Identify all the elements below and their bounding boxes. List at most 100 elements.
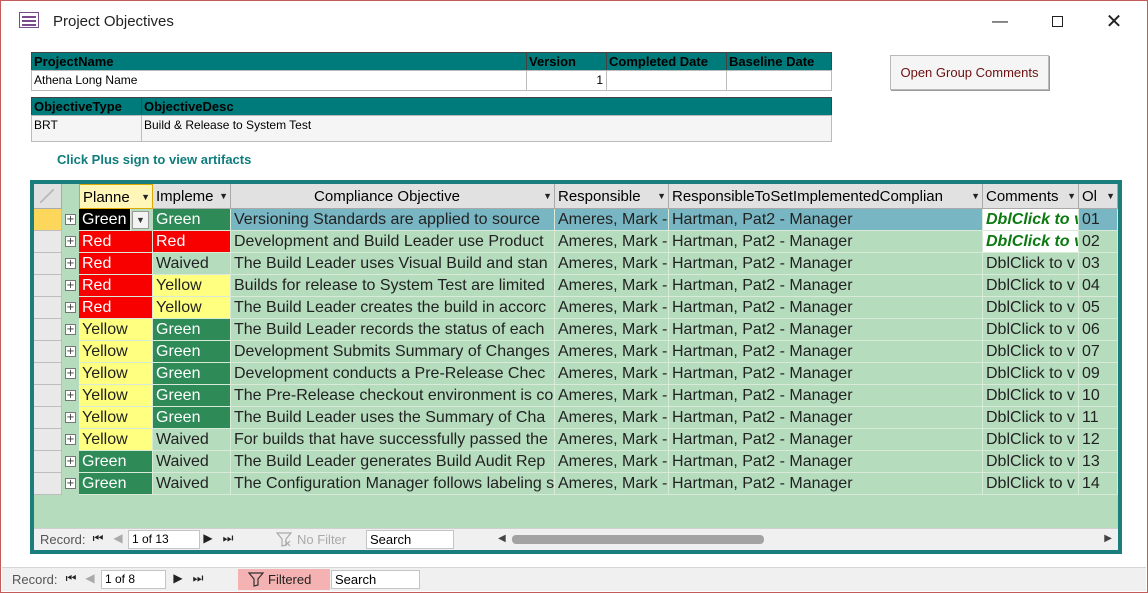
row-selector[interactable]	[34, 319, 62, 341]
objective-desc-field[interactable]: Build & Release to System Test	[141, 115, 832, 142]
ob-cell[interactable]: 01	[1079, 209, 1118, 231]
responsible-to-set-cell[interactable]: Hartman, Pat2 - Manager	[669, 275, 983, 297]
responsible-to-set-cell[interactable]: Hartman, Pat2 - Manager	[669, 429, 983, 451]
objective-cell[interactable]: The Build Leader creates the build in ac…	[231, 297, 555, 319]
dropdown-arrow-icon[interactable]: ▼	[1106, 184, 1115, 208]
comments-cell[interactable]: DblClick to v	[983, 429, 1079, 451]
objective-cell[interactable]: The Pre-Release checkout environment is …	[231, 385, 555, 407]
comments-cell[interactable]: DblClick to v	[983, 231, 1079, 253]
implemented-cell[interactable]: Waived	[153, 451, 231, 473]
responsible-cell[interactable]: Ameres, Mark -	[555, 473, 669, 495]
row-selector[interactable]	[34, 385, 62, 407]
filter-funnel-icon[interactable]	[276, 532, 292, 547]
comments-cell[interactable]: DblClick to v	[983, 275, 1079, 297]
expand-plus-icon[interactable]: +	[65, 302, 76, 313]
ob-cell[interactable]: 10	[1079, 385, 1118, 407]
row-selector[interactable]	[34, 451, 62, 473]
expand-plus-icon[interactable]: +	[65, 368, 76, 379]
next-record-icon[interactable]: ▶	[170, 571, 186, 585]
baseline-date-field[interactable]	[726, 70, 832, 91]
responsible-to-set-cell[interactable]: Hartman, Pat2 - Manager	[669, 473, 983, 495]
implemented-cell[interactable]: Green	[153, 363, 231, 385]
planned-cell[interactable]: Yellow	[79, 385, 153, 407]
responsible-cell[interactable]: Ameres, Mark -	[555, 297, 669, 319]
responsible-to-set-cell[interactable]: Hartman, Pat2 - Manager	[669, 341, 983, 363]
comments-cell[interactable]: DblClick to v	[983, 363, 1079, 385]
planned-cell[interactable]: Green	[79, 473, 153, 495]
ob-cell[interactable]: 05	[1079, 297, 1118, 319]
expand-plus-icon[interactable]: +	[65, 346, 76, 357]
form-record-number-input[interactable]: 1 of 8	[101, 570, 166, 589]
table-row[interactable]: + Green Waived The Configuration Manager fo…	[34, 473, 1118, 495]
table-row[interactable]: + Green Green Versioning Standards are appl…	[34, 209, 1118, 231]
responsible-cell[interactable]: Ameres, Mark -	[555, 407, 669, 429]
implemented-cell[interactable]: Green	[153, 341, 231, 363]
dropdown-arrow-icon[interactable]: ▼	[657, 184, 666, 208]
row-selector[interactable]	[34, 275, 62, 297]
expand-plus-icon[interactable]: +	[65, 236, 76, 247]
record-number-input[interactable]: 1 of 13	[128, 530, 200, 549]
first-record-icon[interactable]: ⏮	[90, 531, 106, 546]
comments-cell[interactable]: DblClick to v	[983, 319, 1079, 341]
row-selector[interactable]	[34, 297, 62, 319]
responsible-cell[interactable]: Ameres, Mark -	[555, 209, 669, 231]
expand-plus-icon[interactable]: +	[65, 258, 76, 269]
prev-record-icon[interactable]: ◀	[110, 531, 126, 545]
implemented-cell[interactable]: Green	[153, 407, 231, 429]
dropdown-arrow-icon[interactable]: ▼	[543, 184, 552, 208]
row-selector[interactable]	[34, 231, 62, 253]
objective-cell[interactable]: The Build Leader uses Visual Build and s…	[231, 253, 555, 275]
responsible-cell[interactable]: Ameres, Mark -	[555, 275, 669, 297]
column-header-ob[interactable]: Ol ▼	[1079, 184, 1118, 209]
dropdown-arrow-icon[interactable]: ▼	[141, 185, 150, 208]
planned-cell[interactable]: Red	[79, 231, 153, 253]
implemented-cell[interactable]: Green	[153, 319, 231, 341]
column-header-objective[interactable]: Compliance Objective ▼	[231, 184, 555, 209]
ob-cell[interactable]: 02	[1079, 231, 1118, 253]
scroll-right-icon[interactable]: ▶	[1104, 533, 1112, 544]
open-group-comments-button[interactable]: Open Group Comments	[890, 55, 1049, 90]
dropdown-arrow-icon[interactable]: ▼	[1067, 184, 1076, 208]
horizontal-scrollbar[interactable]: ◀ ▶	[494, 529, 1118, 550]
row-selector[interactable]	[34, 209, 62, 231]
responsible-cell[interactable]: Ameres, Mark -	[555, 429, 669, 451]
planned-cell[interactable]: Red	[79, 297, 153, 319]
comments-cell[interactable]: DblClick to v	[983, 297, 1079, 319]
table-row[interactable]: + Yellow Green The Pre-Release checkout env…	[34, 385, 1118, 407]
comments-cell[interactable]: DblClick to v	[983, 451, 1079, 473]
planned-cell[interactable]: Yellow	[79, 363, 153, 385]
responsible-to-set-cell[interactable]: Hartman, Pat2 - Manager	[669, 297, 983, 319]
row-selector[interactable]	[34, 253, 62, 275]
responsible-to-set-cell[interactable]: Hartman, Pat2 - Manager	[669, 253, 983, 275]
minimize-icon[interactable]: —	[988, 11, 1012, 33]
expand-plus-icon[interactable]: +	[65, 214, 76, 225]
column-header-responsible-to-set[interactable]: ResponsibleToSetImplementedComplian ▼	[669, 184, 983, 209]
objective-cell[interactable]: Development Submits Summary of Changes	[231, 341, 555, 363]
expand-plus-icon[interactable]: +	[65, 412, 76, 423]
column-header-responsible[interactable]: Responsible ▼	[555, 184, 669, 209]
comments-cell[interactable]: DblClick to v	[983, 341, 1079, 363]
implemented-cell[interactable]: Green	[153, 209, 231, 231]
table-row[interactable]: + Red Yellow The Build Leader creates the b…	[34, 297, 1118, 319]
table-row[interactable]: + Red Yellow Builds for release to System T…	[34, 275, 1118, 297]
planned-cell[interactable]: Yellow	[79, 407, 153, 429]
expand-plus-icon[interactable]: +	[65, 280, 76, 291]
expand-plus-icon[interactable]: +	[65, 390, 76, 401]
objective-cell[interactable]: The Configuration Manager follows labeli…	[231, 473, 555, 495]
filtered-toggle[interactable]: Filtered	[238, 569, 330, 590]
dropdown-arrow-icon[interactable]: ▼	[219, 184, 228, 208]
responsible-to-set-cell[interactable]: Hartman, Pat2 - Manager	[669, 363, 983, 385]
row-selector[interactable]	[34, 473, 62, 495]
ob-cell[interactable]: 12	[1079, 429, 1118, 451]
planned-cell[interactable]: Red	[79, 275, 153, 297]
comments-cell[interactable]: DblClick to v	[983, 209, 1079, 231]
row-selector[interactable]	[34, 341, 62, 363]
version-field[interactable]: 1	[526, 70, 607, 91]
scroll-left-icon[interactable]: ◀	[498, 533, 506, 544]
responsible-cell[interactable]: Ameres, Mark -	[555, 319, 669, 341]
planned-cell[interactable]: Red	[79, 253, 153, 275]
objective-type-field[interactable]: BRT	[31, 115, 142, 142]
table-row[interactable]: + Yellow Green Development Submits Summary …	[34, 341, 1118, 363]
ob-cell[interactable]: 09	[1079, 363, 1118, 385]
project-name-field[interactable]: Athena Long Name	[31, 70, 527, 91]
